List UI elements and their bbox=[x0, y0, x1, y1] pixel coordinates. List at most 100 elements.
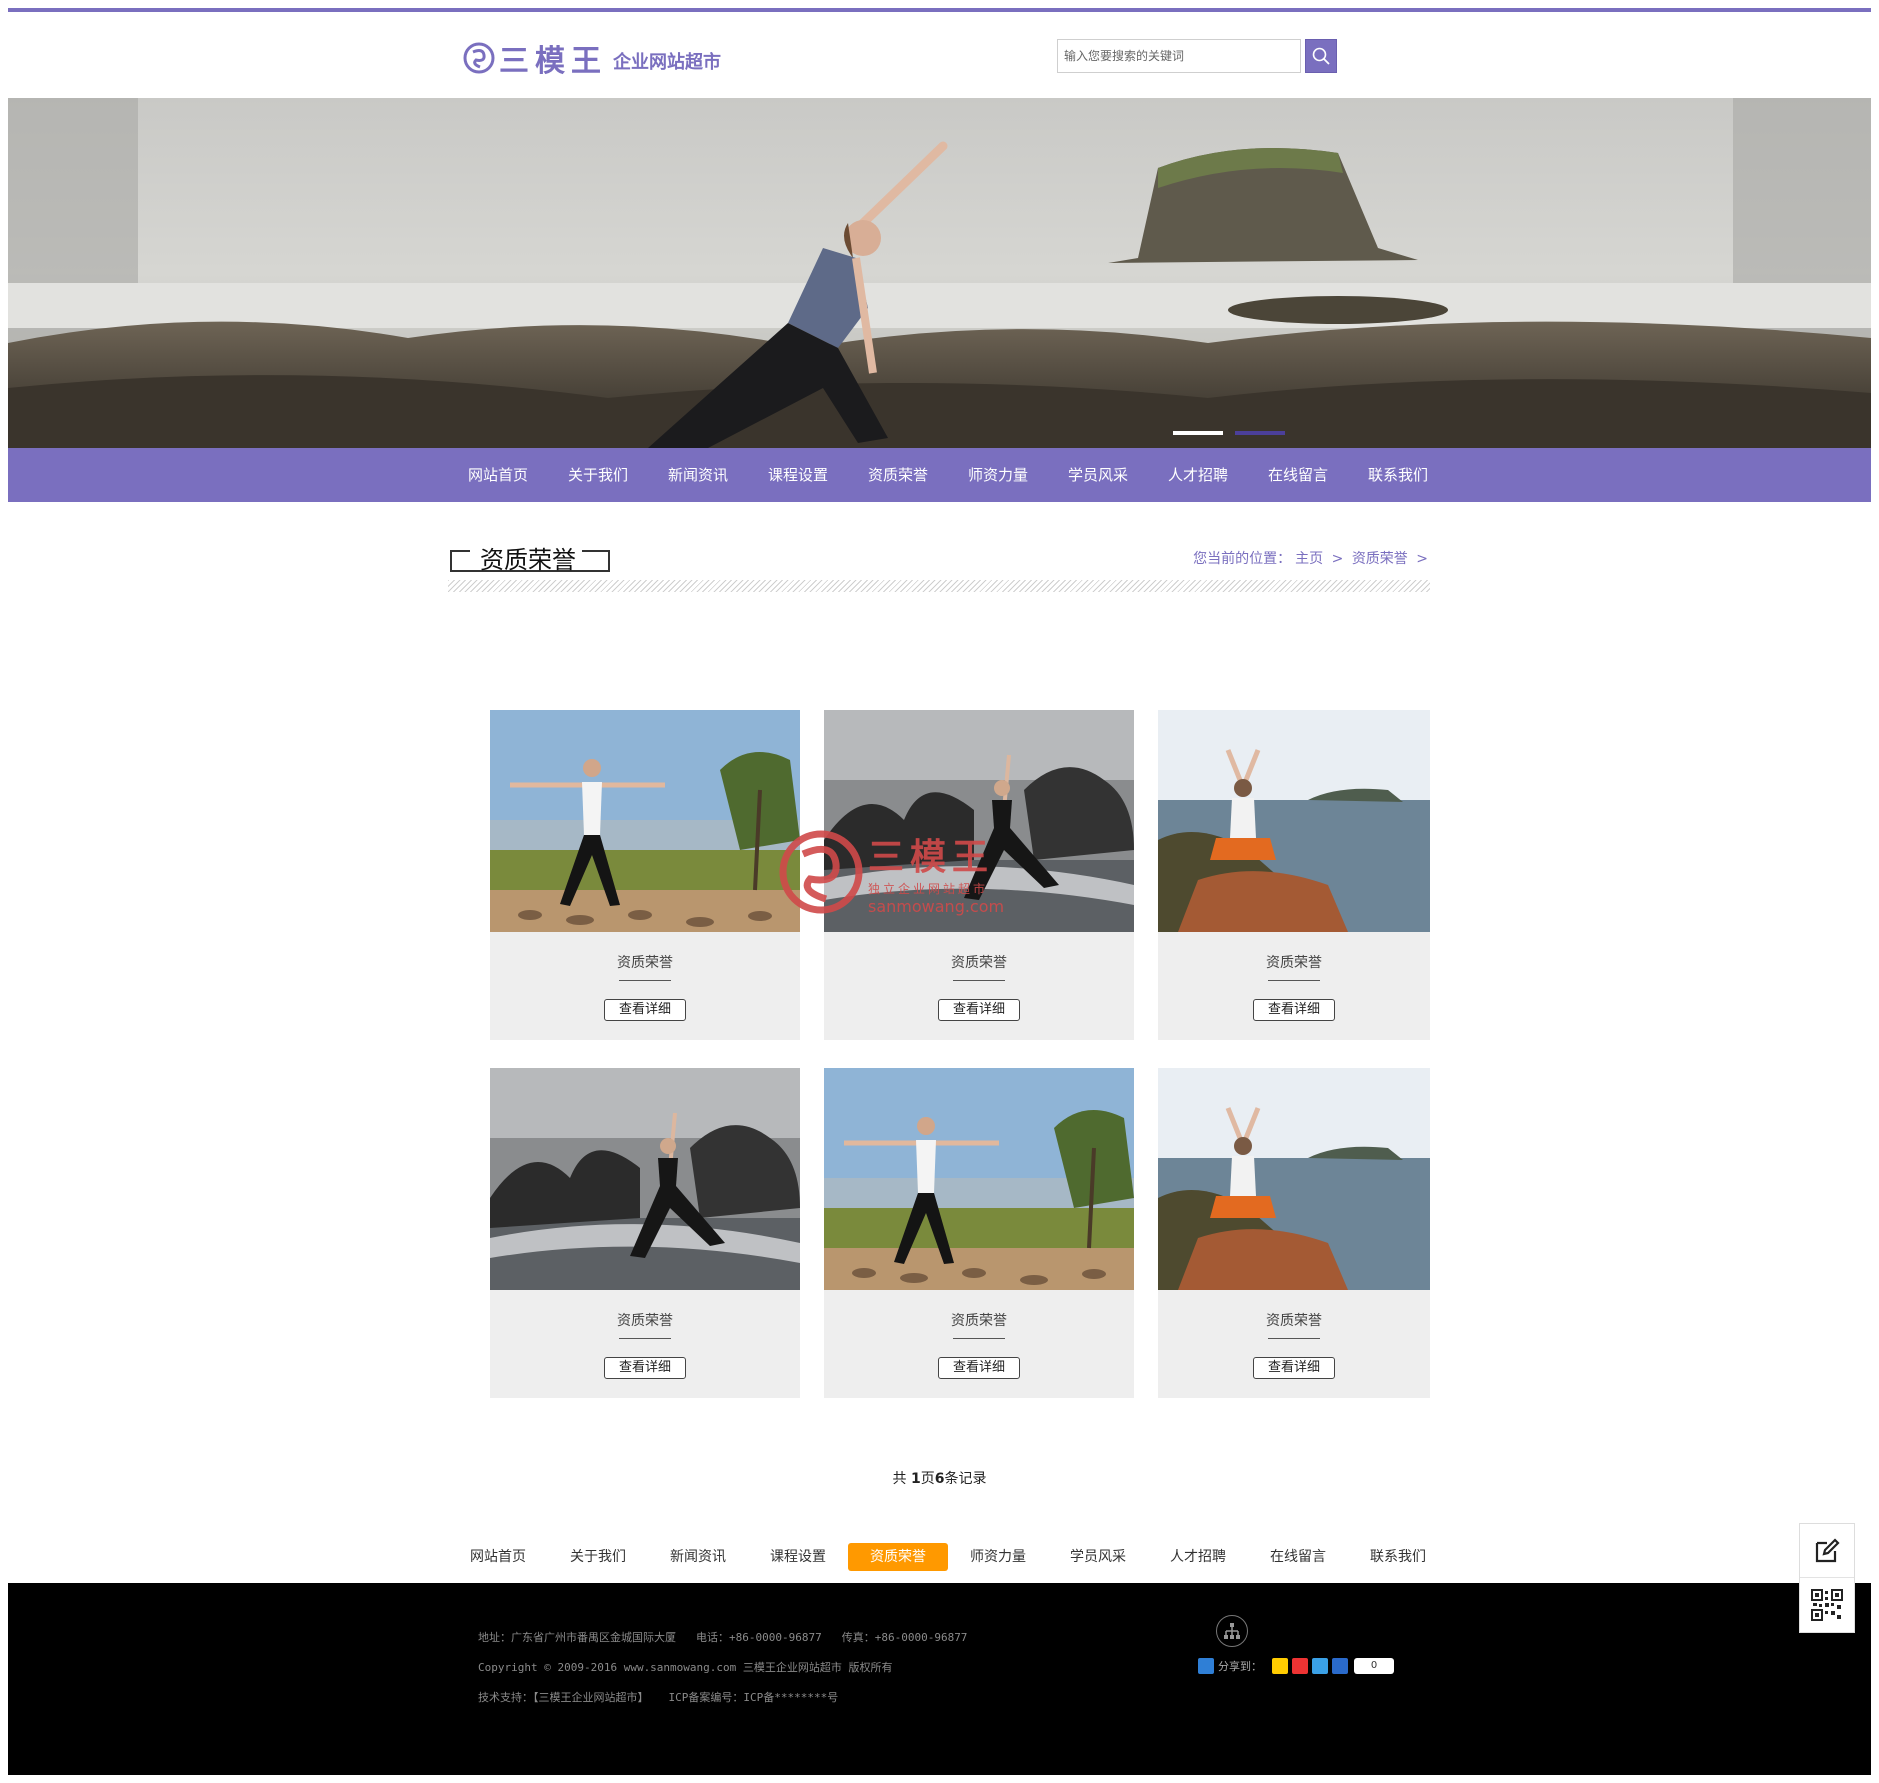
page: 三模王 企业网站超市 输入您要搜索的关键词 网站首页 关于我们 新闻资讯 课程设… bbox=[8, 8, 1871, 1775]
footer-nav-home[interactable]: 网站首页 bbox=[448, 1543, 548, 1571]
card-caption: 资质荣誉 bbox=[617, 955, 673, 971]
share-weibo-icon[interactable] bbox=[1292, 1658, 1308, 1674]
footer-support[interactable]: 技术支持：【三模王企业网站超市】 bbox=[478, 1691, 649, 1704]
card-image-yoga-rocks[interactable] bbox=[490, 1068, 800, 1290]
caption-underline bbox=[619, 1338, 671, 1339]
pager-count: 6 bbox=[934, 1471, 945, 1487]
watermark-swirl-icon bbox=[779, 830, 863, 914]
nav-item-jobs[interactable]: 人才招聘 bbox=[1148, 448, 1248, 502]
footer-nav-students[interactable]: 学员风采 bbox=[1048, 1543, 1148, 1571]
edit-icon bbox=[1815, 1537, 1840, 1562]
nav-item-news[interactable]: 新闻资讯 bbox=[648, 448, 748, 502]
logo-tagline: 企业网站超市 bbox=[613, 52, 721, 73]
search-input[interactable] bbox=[1057, 39, 1301, 73]
qr-code-button[interactable] bbox=[1800, 1578, 1854, 1632]
footer-nav-teachers[interactable]: 师资力量 bbox=[948, 1543, 1048, 1571]
card-image-yoga-sea[interactable] bbox=[1158, 1068, 1430, 1290]
nav-item-courses[interactable]: 课程设置 bbox=[748, 448, 848, 502]
page-title: 资质荣誉 bbox=[480, 546, 576, 574]
share-plus-icon[interactable] bbox=[1198, 1658, 1214, 1674]
footer-nav-news[interactable]: 新闻资讯 bbox=[648, 1543, 748, 1571]
footer: 地址：广东省广州市番禺区金城国际大厦 电话：+86-0000-96877 传真：+8… bbox=[8, 1583, 1871, 1775]
site-logo[interactable]: 三模王 企业网站超市 bbox=[463, 36, 721, 80]
breadcrumb: 您当前的位置： 主页 > 资质荣誉 > bbox=[1191, 548, 1430, 568]
footer-nav-message[interactable]: 在线留言 bbox=[1248, 1543, 1348, 1571]
pager-suffix: 条记录 bbox=[944, 1471, 987, 1487]
banner-dot-1[interactable] bbox=[1173, 431, 1223, 435]
footer-nav-courses[interactable]: 课程设置 bbox=[748, 1543, 848, 1571]
footer-nav: 网站首页 关于我们 新闻资讯 课程设置 资质荣誉 师资力量 学员风采 人才招聘 … bbox=[448, 1543, 1448, 1571]
card-caption: 资质荣誉 bbox=[1266, 1313, 1322, 1329]
floating-toolbar bbox=[1799, 1523, 1855, 1633]
card-image-yoga-sea[interactable] bbox=[1158, 710, 1430, 932]
share-qzone-icon[interactable] bbox=[1272, 1658, 1288, 1674]
caption-underline bbox=[619, 980, 671, 981]
share-bar: 分享到： 0 bbox=[1198, 1658, 1394, 1674]
pager-prefix: 共 bbox=[892, 1471, 911, 1487]
view-detail-button[interactable]: 查看详细 bbox=[604, 999, 686, 1021]
card-image-yoga-field[interactable] bbox=[824, 1068, 1134, 1290]
breadcrumb-current[interactable]: 资质荣誉 bbox=[1352, 551, 1408, 567]
logo-brand: 三模王 bbox=[499, 44, 607, 79]
top-accent-line bbox=[8, 8, 1871, 12]
caption-underline bbox=[953, 980, 1005, 981]
footer-phone: 电话：+86-0000-96877 bbox=[696, 1631, 822, 1644]
footer-nav-contact[interactable]: 联系我们 bbox=[1348, 1543, 1448, 1571]
feedback-edit-button[interactable] bbox=[1800, 1524, 1854, 1578]
footer-nav-about[interactable]: 关于我们 bbox=[548, 1543, 648, 1571]
nav-item-honors[interactable]: 资质荣誉 bbox=[848, 448, 948, 502]
breadcrumb-separator: > bbox=[1331, 551, 1344, 567]
card-caption: 资质荣誉 bbox=[951, 1313, 1007, 1329]
footer-icp[interactable]: ICP备案编号：ICP备********号 bbox=[669, 1691, 839, 1704]
banner-pagination bbox=[1173, 431, 1285, 435]
search-icon bbox=[1312, 47, 1330, 65]
footer-address: 地址：广东省广州市番禺区金城国际大厦 bbox=[478, 1631, 676, 1644]
card-caption: 资质荣誉 bbox=[617, 1313, 673, 1329]
breadcrumb-prefix: 您当前的位置： bbox=[1193, 551, 1292, 567]
view-detail-button[interactable]: 查看详细 bbox=[1253, 1357, 1335, 1379]
footer-nav-jobs[interactable]: 人才招聘 bbox=[1148, 1543, 1248, 1571]
honor-card[interactable]: 资质荣誉 查看详细 bbox=[824, 1068, 1134, 1398]
caption-underline bbox=[1268, 1338, 1320, 1339]
caption-underline bbox=[953, 1338, 1005, 1339]
caption-underline bbox=[1268, 980, 1320, 981]
share-tencent-icon[interactable] bbox=[1312, 1658, 1328, 1674]
honor-card[interactable]: 资质荣誉 查看详细 bbox=[1158, 1068, 1430, 1398]
nav-item-about[interactable]: 关于我们 bbox=[548, 448, 648, 502]
hero-banner[interactable] bbox=[8, 98, 1871, 448]
main-nav: 网站首页 关于我们 新闻资讯 课程设置 资质荣誉 师资力量 学员风采 人才招聘 … bbox=[8, 448, 1871, 502]
banner-yoga-seascape-image bbox=[8, 98, 1871, 448]
nav-item-home[interactable]: 网站首页 bbox=[448, 448, 548, 502]
banner-dot-2[interactable] bbox=[1235, 431, 1285, 435]
card-image-yoga-field[interactable] bbox=[490, 710, 800, 932]
view-detail-button[interactable]: 查看详细 bbox=[938, 999, 1020, 1021]
qr-code-icon bbox=[1811, 1589, 1843, 1621]
nav-item-teachers[interactable]: 师资力量 bbox=[948, 448, 1048, 502]
view-detail-button[interactable]: 查看详细 bbox=[938, 1357, 1020, 1379]
honor-card[interactable]: 资质荣誉 查看详细 bbox=[1158, 710, 1430, 1040]
sitemap-icon[interactable] bbox=[1216, 1615, 1248, 1647]
pager-mid: 页 bbox=[920, 1471, 935, 1487]
search-bar bbox=[1057, 39, 1337, 73]
nav-item-students[interactable]: 学员风采 bbox=[1048, 448, 1148, 502]
watermark-sub: 独立企业网站超市 bbox=[868, 882, 989, 896]
footer-info: 地址：广东省广州市番禺区金城国际大厦 电话：+86-0000-96877 传真：+8… bbox=[478, 1623, 987, 1713]
footer-copyright: Copyright © 2009-2016 www.sanmowang.com … bbox=[478, 1661, 893, 1674]
nav-item-message[interactable]: 在线留言 bbox=[1248, 448, 1348, 502]
honor-card[interactable]: 资质荣誉 查看详细 bbox=[490, 710, 800, 1040]
section-divider bbox=[448, 580, 1430, 592]
footer-nav-honors-active[interactable]: 资质荣誉 bbox=[848, 1543, 948, 1571]
card-caption: 资质荣誉 bbox=[951, 955, 1007, 971]
breadcrumb-home[interactable]: 主页 bbox=[1295, 551, 1323, 567]
share-renren-icon[interactable] bbox=[1332, 1658, 1348, 1674]
nav-item-contact[interactable]: 联系我们 bbox=[1348, 448, 1448, 502]
breadcrumb-separator: > bbox=[1416, 551, 1428, 567]
share-label: 分享到： bbox=[1218, 1660, 1262, 1673]
view-detail-button[interactable]: 查看详细 bbox=[604, 1357, 686, 1379]
view-detail-button[interactable]: 查看详细 bbox=[1253, 999, 1335, 1021]
search-button[interactable] bbox=[1305, 39, 1337, 73]
honor-card[interactable]: 资质荣誉 查看详细 bbox=[490, 1068, 800, 1398]
footer-fax: 传真：+86-0000-96877 bbox=[841, 1631, 968, 1644]
share-count: 0 bbox=[1354, 1658, 1394, 1674]
watermark-brand: 三模王 bbox=[868, 836, 995, 878]
